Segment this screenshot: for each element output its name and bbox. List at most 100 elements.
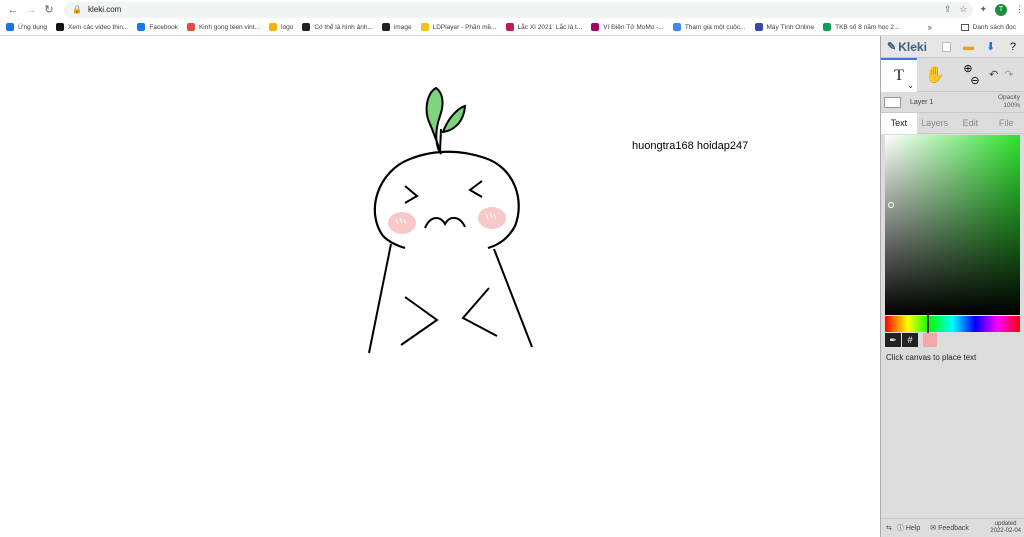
left-arm: [400, 296, 439, 346]
undo-icon[interactable]: ↶: [989, 68, 998, 81]
bookmark-label: Lắc Xì 2021: Lắc là t...: [517, 23, 583, 31]
help-link[interactable]: Help: [906, 525, 920, 532]
lock-icon: 🔒: [72, 5, 82, 14]
bookmark-item[interactable]: Facebook: [137, 23, 178, 31]
zoom-in-icon[interactable]: ⊕: [963, 63, 972, 75]
hex-input-button[interactable]: #: [902, 333, 918, 347]
back-icon[interactable]: ←: [4, 4, 22, 16]
left-eye: [404, 185, 419, 204]
browser-toolbar: ← → ↻ 🔒 kleki.com ⇪ ☆ ✦ T ⋮: [0, 0, 1024, 19]
hand-tool-button[interactable]: ✋: [917, 58, 953, 92]
bookmark-item[interactable]: Kinh gong teen vint...: [186, 23, 261, 31]
feedback-icon[interactable]: ✉: [930, 524, 936, 532]
bookmark-label: LDPlayer - Phần mề...: [432, 23, 497, 31]
save-icon[interactable]: ⬇: [980, 36, 1002, 58]
opacity-label: Opacity: [997, 94, 1020, 101]
reading-list-icon: [960, 23, 969, 31]
bookmark-label: logo: [281, 23, 294, 31]
bookmark-item[interactable]: Ứng dụng: [6, 23, 47, 31]
bookmark-item[interactable]: Xem các video thin...: [56, 23, 128, 31]
current-color-swatch[interactable]: [923, 333, 937, 347]
hue-slider-handle[interactable]: [927, 315, 929, 333]
head-outline: [373, 150, 520, 250]
help-icon[interactable]: ?: [1002, 36, 1024, 58]
help-circle-icon[interactable]: ⓘ: [897, 523, 904, 533]
redo-icon[interactable]: ↷: [1004, 68, 1013, 81]
bookmark-favicon-icon: [505, 23, 514, 31]
canvas-text-label: huongtra168 hoidap247: [632, 140, 749, 152]
menu-icon[interactable]: ⋮: [1015, 4, 1024, 15]
panel-footer: ⇆ ⓘ Help ✉ Feedback updated 2022-02-04: [881, 518, 1024, 537]
hue-slider[interactable]: [885, 316, 1020, 332]
updated-info: updated 2022-02-04: [985, 521, 1024, 535]
layer-row[interactable]: Layer 1 Opacity 100%: [881, 92, 1024, 113]
layer-opacity: Opacity 100%: [998, 94, 1024, 110]
updated-date: 2022-02-04: [990, 528, 1021, 534]
bookmark-item[interactable]: Ví Điện Tử MoMo -...: [591, 23, 664, 31]
tab-layers[interactable]: Layers: [917, 113, 953, 134]
text-tool-icon: T: [894, 66, 904, 84]
kleki-logo-icon: ✎: [887, 41, 897, 53]
body-right-line: [493, 248, 533, 348]
reading-list-button[interactable]: Danh sách đọc: [960, 23, 1016, 31]
bookmarks-more-button[interactable]: »: [928, 23, 932, 32]
bookmark-favicon-icon: [591, 23, 600, 31]
bookmark-item[interactable]: Có thể là hình ảnh...: [302, 23, 373, 31]
kleki-logo-text: Kleki: [898, 39, 927, 54]
bookmark-label: image: [393, 23, 412, 31]
text-tool-button[interactable]: T ⌄: [881, 57, 917, 92]
bookmark-favicon-icon: [381, 23, 390, 31]
tab-edit[interactable]: Edit: [953, 113, 989, 134]
zoom-out-icon[interactable]: ⊖: [970, 75, 979, 87]
bookmark-favicon-icon: [56, 23, 65, 31]
head-bottom: [382, 235, 406, 250]
drawing-canvas[interactable]: huongtra168 hoidap247: [0, 36, 880, 537]
panel-header: ✎ Kleki ▬ ⬇ ?: [881, 36, 1024, 58]
kleki-logo[interactable]: ✎ Kleki: [887, 40, 935, 54]
star-icon[interactable]: ☆: [959, 4, 967, 15]
drawing-artwork: [368, 86, 533, 354]
bookmark-label: Máy Tính Online: [766, 23, 815, 31]
bookmark-favicon-icon: [823, 23, 832, 31]
bookmark-favicon-icon: [137, 23, 146, 31]
right-leaf: [441, 104, 467, 134]
share-icon[interactable]: ⇪: [944, 4, 952, 15]
bookmark-item[interactable]: Tham gia một cuộc...: [672, 23, 746, 31]
import-icon[interactable]: ▬: [957, 36, 979, 58]
tab-text[interactable]: Text: [881, 112, 917, 134]
color-picker-field[interactable]: [885, 135, 1020, 315]
eyedropper-icon[interactable]: ✒: [885, 333, 901, 347]
body-left-line: [368, 243, 392, 354]
bookmark-item[interactable]: Máy Tính Online: [754, 23, 815, 31]
extensions-icon[interactable]: ✦: [979, 4, 987, 15]
right-eye: [468, 180, 483, 198]
nav-buttons: ← → ↻: [0, 3, 58, 17]
tool-row: T ⌄ ✋ ⊕ ⊖ ↶ ↷: [881, 57, 1024, 92]
new-image-icon[interactable]: [935, 36, 957, 58]
bookmark-item[interactable]: TKB số 8 năm học 2...: [823, 23, 899, 31]
bookmark-label: TKB số 8 năm học 2...: [835, 23, 900, 31]
color-picker-marker[interactable]: [888, 202, 894, 208]
bookmark-item[interactable]: Lắc Xì 2021: Lắc là t...: [505, 23, 583, 31]
bookmark-label: Ứng dụng: [18, 23, 48, 31]
profile-avatar[interactable]: T: [995, 3, 1007, 16]
bookmark-favicon-icon: [672, 23, 681, 31]
bookmark-item[interactable]: image: [381, 23, 412, 31]
bookmark-favicon-icon: [754, 23, 763, 31]
layer-name: Layer 1: [910, 98, 934, 106]
bookmark-label: Kinh gong teen vint...: [198, 23, 261, 31]
bookmark-favicon-icon: [6, 23, 14, 31]
bookmark-item[interactable]: LDPlayer - Phần mề...: [420, 23, 497, 31]
forward-icon[interactable]: →: [22, 4, 40, 16]
reload-icon[interactable]: ↻: [40, 3, 58, 16]
swap-layout-icon[interactable]: ⇆: [886, 524, 892, 532]
updated-label: updated: [994, 521, 1017, 527]
zoom-controls: ⊕ ⊖: [953, 63, 983, 87]
bookmark-item[interactable]: logo: [269, 23, 293, 31]
feedback-link[interactable]: Feedback: [938, 525, 969, 532]
chevron-down-icon: ⌄: [907, 80, 914, 90]
stem: [439, 128, 442, 153]
address-bar[interactable]: 🔒 kleki.com ⇪ ☆: [64, 1, 974, 18]
tab-file[interactable]: File: [988, 113, 1024, 134]
color-buttons: ✒ #: [885, 333, 937, 347]
